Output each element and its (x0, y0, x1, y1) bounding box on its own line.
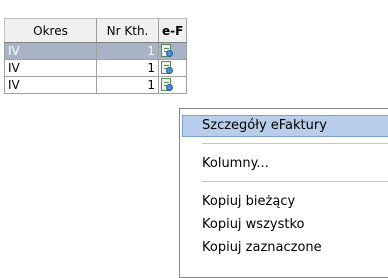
cell-nr-kth[interactable]: 1 (96, 42, 159, 60)
invoice-grid: Okres Nr Kth. e-F IV 1 IV 1 IV 1 (4, 18, 188, 94)
cell-nr-kth[interactable]: 1 (96, 59, 159, 77)
column-header-okres[interactable]: Okres (4, 18, 97, 43)
grid-header-row: Okres Nr Kth. e-F (4, 18, 188, 43)
cell-okres[interactable]: IV (4, 59, 97, 77)
menu-separator (202, 181, 388, 182)
document-search-icon[interactable] (160, 61, 174, 75)
menu-item-kolumny[interactable]: Kolumny... (182, 153, 388, 175)
document-search-icon[interactable] (160, 44, 174, 58)
cell-okres[interactable]: IV (4, 42, 97, 60)
column-header-e-f[interactable]: e-F (157, 18, 188, 43)
cell-e-f[interactable] (157, 42, 188, 60)
menu-item-kopiuj-wszystko[interactable]: Kopiuj wszystko (182, 214, 388, 236)
cell-nr-kth[interactable]: 1 (96, 76, 159, 94)
menu-separator (202, 143, 388, 144)
column-header-nr-kth[interactable]: Nr Kth. (96, 18, 159, 43)
table-row[interactable]: IV 1 (4, 42, 188, 60)
menu-item-szczegoly-efaktury[interactable]: Szczegóły eFaktury (182, 115, 388, 137)
table-row[interactable]: IV 1 (4, 76, 188, 94)
context-menu: Szczegóły eFaktury Kolumny... Kopiuj bie… (179, 108, 388, 278)
cell-e-f[interactable] (157, 76, 188, 94)
table-row[interactable]: IV 1 (4, 59, 188, 77)
menu-item-kopiuj-zaznaczone[interactable]: Kopiuj zaznaczone (182, 237, 388, 259)
cell-okres[interactable]: IV (4, 76, 97, 94)
cell-e-f[interactable] (157, 59, 188, 77)
menu-item-kopiuj-biezacy[interactable]: Kopiuj bieżący (182, 191, 388, 213)
document-search-icon[interactable] (160, 78, 174, 92)
